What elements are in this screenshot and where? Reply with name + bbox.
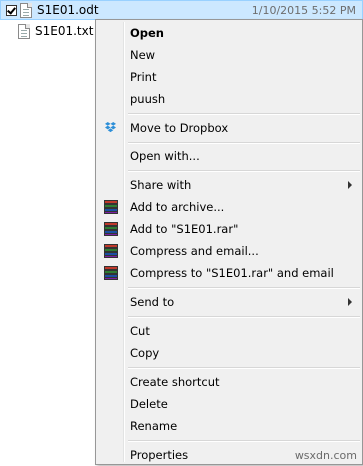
menu-item-delete[interactable]: Delete — [98, 393, 360, 415]
winrar-icon — [103, 265, 119, 281]
menu-item-label: Send to — [130, 295, 175, 309]
menu-separator — [128, 113, 360, 115]
file-date: 1/10/2015 5:52 PM — [251, 3, 356, 17]
menu-item-open-with[interactable]: Open with... — [98, 145, 360, 167]
menu-item-add-to-rar[interactable]: Add to "S1E01.rar" — [98, 218, 360, 240]
menu-item-cut[interactable]: Cut — [98, 320, 360, 342]
menu-item-open[interactable]: Open — [98, 22, 360, 44]
menu-separator — [128, 287, 360, 289]
file-row[interactable]: S1E01.txt — [18, 21, 93, 41]
menu-item-copy[interactable]: Copy — [98, 342, 360, 364]
file-name: S1E01.txt — [35, 24, 94, 38]
menu-item-label: Print — [130, 70, 157, 84]
menu-separator — [128, 440, 360, 442]
menu-item-add-to-archive[interactable]: Add to archive... — [98, 196, 360, 218]
menu-item-label: New — [130, 48, 156, 62]
winrar-icon — [103, 199, 119, 215]
menu-item-print[interactable]: Print — [98, 66, 360, 88]
menu-item-label: Copy — [130, 346, 160, 360]
menu-item-label: Share with — [130, 178, 192, 192]
menu-item-label: Add to "S1E01.rar" — [130, 222, 239, 236]
menu-item-send-to[interactable]: Send to — [98, 291, 360, 313]
menu-item-label: Create shortcut — [130, 375, 220, 389]
document-icon — [20, 2, 32, 18]
menu-item-label: Compress and email... — [130, 244, 259, 258]
submenu-arrow-icon — [348, 298, 352, 306]
context-menu: Open New Print puush Move to Dropbox Ope… — [95, 19, 363, 465]
menu-separator — [128, 316, 360, 318]
watermark-text: wsxdn.com — [294, 449, 357, 462]
menu-item-label: puush — [130, 92, 166, 106]
menu-separator — [128, 367, 360, 369]
menu-item-move-to-dropbox[interactable]: Move to Dropbox — [98, 117, 360, 139]
winrar-icon — [103, 243, 119, 259]
menu-item-label: Delete — [130, 397, 168, 411]
file-row-selected[interactable]: S1E01.odt 1/10/2015 5:52 PM — [0, 0, 363, 20]
menu-item-create-shortcut[interactable]: Create shortcut — [98, 371, 360, 393]
menu-item-puush[interactable]: puush — [98, 88, 360, 110]
menu-item-compress-rar-and-email[interactable]: Compress to "S1E01.rar" and email — [98, 262, 360, 284]
menu-item-label: Open with... — [130, 149, 200, 163]
menu-item-label: Move to Dropbox — [130, 121, 229, 135]
menu-item-rename[interactable]: Rename — [98, 415, 360, 437]
menu-separator — [128, 170, 360, 172]
menu-item-label: Compress to "S1E01.rar" and email — [130, 266, 334, 280]
menu-item-share-with[interactable]: Share with — [98, 174, 360, 196]
menu-item-label: Cut — [130, 324, 150, 338]
menu-item-new[interactable]: New — [98, 44, 360, 66]
text-file-icon — [18, 23, 30, 39]
menu-item-label: Add to archive... — [130, 200, 225, 214]
dropbox-icon — [105, 122, 116, 133]
menu-item-label: Open — [130, 26, 164, 40]
checkbox-checked[interactable] — [6, 4, 17, 16]
submenu-arrow-icon — [348, 181, 352, 189]
menu-separator — [128, 142, 360, 144]
menu-item-label: Properties — [130, 448, 189, 462]
menu-item-compress-and-email[interactable]: Compress and email... — [98, 240, 360, 262]
file-name: S1E01.odt — [37, 3, 99, 17]
winrar-icon — [103, 221, 119, 237]
menu-item-label: Rename — [130, 419, 178, 433]
